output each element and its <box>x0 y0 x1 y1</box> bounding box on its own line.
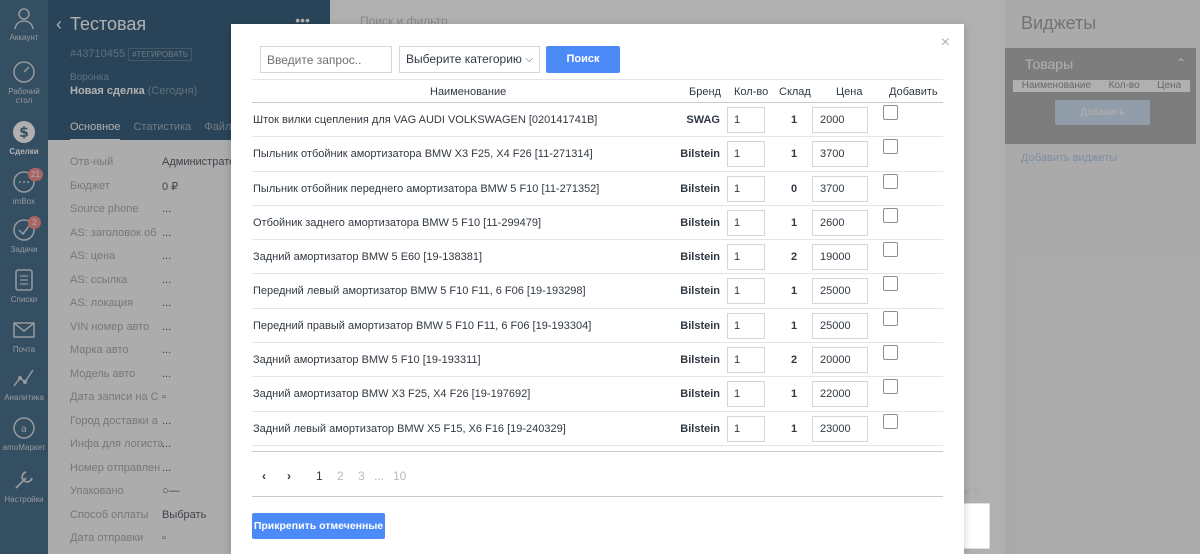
qty-input[interactable]: 1 <box>727 347 765 374</box>
table-header: Наименование Бренд Кол-во Склад Цена Доб… <box>252 79 943 103</box>
add-checkbox[interactable] <box>883 173 898 189</box>
table-row: Задний амортизатор BMW X3 F25, X4 F26 [1… <box>252 377 943 412</box>
product-brand: Bilstein <box>680 251 720 264</box>
page-link[interactable]: 3 <box>358 469 365 483</box>
table-row: Передний левый амортизатор BMW 5 F10 F11… <box>252 274 943 309</box>
product-stock: 0 <box>790 182 798 195</box>
qty-input[interactable]: 1 <box>727 244 765 271</box>
qty-input[interactable]: 1 <box>727 381 765 408</box>
product-name: Передний левый амортизатор BMW 5 F10 F11… <box>253 285 586 298</box>
product-name: Задний амортизатор BMW X3 F25, X4 F26 [1… <box>253 388 531 401</box>
product-name: Пыльник отбойник переднего амортизатора … <box>253 182 600 195</box>
product-name: Задний амортизатор BMW 5 F10 [19-193311] <box>253 354 481 367</box>
add-checkbox[interactable] <box>883 105 898 120</box>
product-stock: 1 <box>790 114 798 126</box>
product-stock: 1 <box>790 285 798 298</box>
search-input[interactable] <box>260 46 392 73</box>
qty-input[interactable]: 1 <box>727 141 765 168</box>
table-row: Пыльник отбойник переднего амортизатора … <box>252 172 943 206</box>
prev-page-icon[interactable]: ‹ <box>262 469 266 483</box>
col-header-qty: Кол-во <box>734 86 769 98</box>
background-note: и: 0 <box>964 486 980 496</box>
product-name: Задний амортизатор BMW 5 E60 [19-138381] <box>253 251 483 264</box>
price-input[interactable]: 2600 <box>812 209 868 236</box>
table-row: Передний правый амортизатор BMW 5 F10 F1… <box>252 309 943 344</box>
product-brand: SWAG <box>686 114 720 126</box>
price-input[interactable]: 25000 <box>812 312 868 339</box>
product-stock: 1 <box>790 388 798 401</box>
price-input[interactable]: 23000 <box>812 415 868 442</box>
product-stock: 1 <box>790 216 798 229</box>
page-ellipsis: ... <box>374 469 385 483</box>
qty-input[interactable]: 1 <box>727 278 765 305</box>
background-box <box>964 503 990 549</box>
price-input[interactable]: 22000 <box>812 381 868 408</box>
table-row: Задний амортизатор BMW 5 E60 [19-138381]… <box>252 240 943 275</box>
price-input[interactable]: 2000 <box>812 107 868 133</box>
product-brand: Bilstein <box>680 319 720 332</box>
table-row: Задний левый амортизатор BMW X5 F15, X6 … <box>252 412 943 446</box>
product-stock: 1 <box>790 319 798 332</box>
table-row: Пыльник отбойник амортизатора BMW X3 F25… <box>252 137 943 172</box>
product-search-modal: × Выберите категорию ⌵ Поиск Наименовани… <box>231 24 964 554</box>
price-input[interactable]: 3700 <box>812 141 868 168</box>
add-checkbox[interactable] <box>883 310 898 326</box>
table-row: Задний амортизатор BMW 5 F10 [19-193311]… <box>252 343 943 378</box>
add-checkbox[interactable] <box>883 379 898 395</box>
product-brand: Bilstein <box>680 388 720 401</box>
qty-input[interactable]: 1 <box>727 175 765 202</box>
product-brand: Bilstein <box>680 354 720 367</box>
search-button[interactable]: Поиск <box>546 46 620 73</box>
category-select[interactable]: Выберите категорию ⌵ <box>399 46 540 73</box>
add-checkbox[interactable] <box>883 242 898 258</box>
product-brand: Bilstein <box>680 182 720 195</box>
product-stock: 2 <box>790 354 798 367</box>
product-name: Пыльник отбойник амортизатора BMW X3 F25… <box>253 148 593 161</box>
qty-input[interactable]: 1 <box>727 209 765 236</box>
col-header-brand: Бренд <box>689 86 721 98</box>
next-page-icon[interactable]: › <box>287 469 291 483</box>
table-row: Отбойник заднего амортизатора BMW 5 F10 … <box>252 206 943 241</box>
table-row: Шток вилки сцепления для VAG AUDI VOLKSW… <box>252 103 943 138</box>
page-link[interactable]: 10 <box>393 469 406 483</box>
product-brand: Bilstein <box>680 422 720 435</box>
product-name: Отбойник заднего амортизатора BMW 5 F10 … <box>253 216 542 229</box>
col-header-price: Цена <box>836 86 863 98</box>
product-brand: Bilstein <box>680 285 720 298</box>
add-checkbox[interactable] <box>883 413 898 429</box>
category-select-value: Выберите категорию <box>406 52 522 66</box>
product-name: Шток вилки сцепления для VAG AUDI VOLKSW… <box>253 114 598 126</box>
product-brand: Bilstein <box>680 148 720 161</box>
add-checkbox[interactable] <box>883 276 898 292</box>
price-input[interactable]: 19000 <box>812 244 868 271</box>
close-icon[interactable]: × <box>941 34 950 52</box>
page-link-current[interactable]: 1 <box>316 469 323 483</box>
qty-input[interactable]: 1 <box>727 107 765 133</box>
qty-input[interactable]: 1 <box>727 415 765 442</box>
col-header-stock: Склад <box>779 86 811 98</box>
add-checkbox[interactable] <box>883 139 898 155</box>
product-stock: 2 <box>790 251 798 264</box>
product-name: Задний левый амортизатор BMW X5 F15, X6 … <box>253 422 566 435</box>
price-input[interactable]: 25000 <box>812 278 868 305</box>
add-checkbox[interactable] <box>883 207 898 223</box>
attach-selected-button[interactable]: Прикрепить отмеченные <box>252 513 385 539</box>
col-header-add: Добавить <box>889 86 938 98</box>
price-input[interactable]: 20000 <box>812 347 868 374</box>
product-stock: 1 <box>790 148 798 161</box>
page-link[interactable]: 2 <box>337 469 344 483</box>
product-stock: 1 <box>790 422 798 435</box>
products-table: Наименование Бренд Кол-во Склад Цена Доб… <box>252 79 943 446</box>
add-checkbox[interactable] <box>883 345 898 361</box>
price-input[interactable]: 3700 <box>812 175 868 202</box>
col-header-name: Наименование <box>430 86 507 98</box>
pagination: ‹ › 1 2 3 ... 10 <box>252 451 943 497</box>
chevron-down-icon: ⌵ <box>525 54 533 65</box>
qty-input[interactable]: 1 <box>727 312 765 339</box>
product-brand: Bilstein <box>680 216 720 229</box>
product-name: Передний правый амортизатор BMW 5 F10 F1… <box>253 319 592 332</box>
